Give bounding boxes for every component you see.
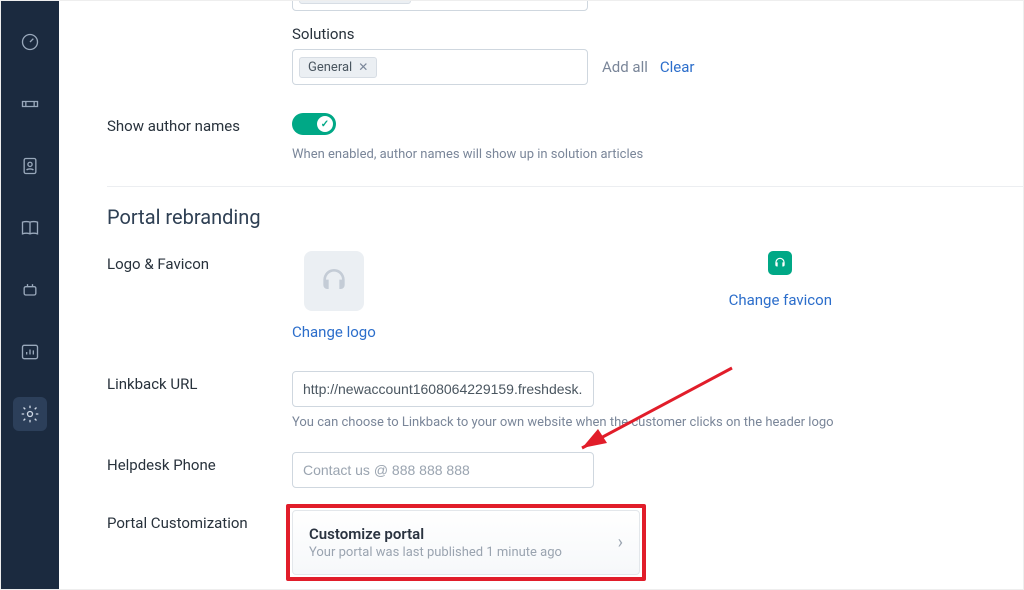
forums-row: Nojig Forums ✕ Add all Clear Solutions [107,1,1023,85]
helpdesk-phone-label: Helpdesk Phone [107,452,292,474]
customize-portal-title: Customize portal [309,525,562,543]
toggle-knob: ✓ [317,116,333,132]
forums-chip[interactable]: Nojig Forums ✕ [299,1,411,4]
left-sidebar [1,1,59,589]
app-frame: Nojig Forums ✕ Add all Clear Solutions [0,0,1024,590]
gauge-icon [20,32,40,52]
headset-icon [318,265,350,297]
logo-favicon-label: Logo & Favicon [107,251,292,273]
forums-tag-input[interactable]: Nojig Forums ✕ [292,1,588,11]
portal-customization-label: Portal Customization [107,510,292,532]
portal-customization-row: Portal Customization Customize portal Yo… [107,510,1023,575]
nav-settings[interactable] [13,397,47,431]
nav-dashboard[interactable] [13,25,47,59]
gear-icon [20,404,40,424]
nav-automation[interactable] [13,273,47,307]
logo-placeholder [304,251,364,311]
change-favicon-link[interactable]: Change favicon [729,291,832,309]
bot-icon [20,280,40,300]
author-names-toggle[interactable]: ✓ [292,113,336,135]
linkback-hint: You can choose to Linkback to your own w… [292,415,1012,430]
solutions-clear-link[interactable]: Clear [660,58,695,76]
author-names-label: Show author names [107,113,292,135]
nav-solutions[interactable] [13,211,47,245]
headset-icon [773,256,787,270]
author-names-row: Show author names ✓ When enabled, author… [107,113,1023,162]
linkback-url-input[interactable] [292,371,594,407]
solutions-tag-input[interactable]: General ✕ [292,49,588,85]
ticket-icon [20,94,40,114]
chevron-right-icon: › [618,532,623,553]
logo-favicon-row: Logo & Favicon Change logo [107,251,1023,341]
customize-portal-button[interactable]: Customize portal Your portal was last pu… [292,510,640,575]
linkback-label: Linkback URL [107,371,292,393]
logo-column: Change logo [292,251,376,341]
section-divider [107,186,1023,187]
forums-add-all-link[interactable]: Add all [602,1,648,2]
close-icon[interactable]: ✕ [358,60,368,74]
favicon-placeholder [768,251,792,275]
portal-rebranding-heading: Portal rebranding [107,205,1023,229]
solutions-chip[interactable]: General ✕ [299,57,377,78]
customize-portal-subtitle: Your portal was last published 1 minute … [309,545,562,560]
nav-tickets[interactable] [13,87,47,121]
solutions-chip-label: General [308,60,352,75]
change-logo-link[interactable]: Change logo [292,323,376,341]
main-region: Nojig Forums ✕ Add all Clear Solutions [59,1,1023,589]
nav-contacts[interactable] [13,149,47,183]
forums-clear-link[interactable]: Clear [660,1,695,2]
contact-icon [20,156,40,176]
linkback-row: Linkback URL You can choose to Linkback … [107,371,1023,430]
helpdesk-phone-row: Helpdesk Phone [107,452,1023,488]
check-icon: ✓ [321,119,329,130]
helpdesk-phone-input[interactable] [292,452,594,488]
book-icon [20,218,40,238]
favicon-column: Change favicon [729,251,832,341]
solutions-add-all-link[interactable]: Add all [602,58,648,76]
chart-icon [20,342,40,362]
solutions-section-label: Solutions [292,25,1012,43]
author-names-hint: When enabled, author names will show up … [292,147,1012,162]
nav-reports[interactable] [13,335,47,369]
